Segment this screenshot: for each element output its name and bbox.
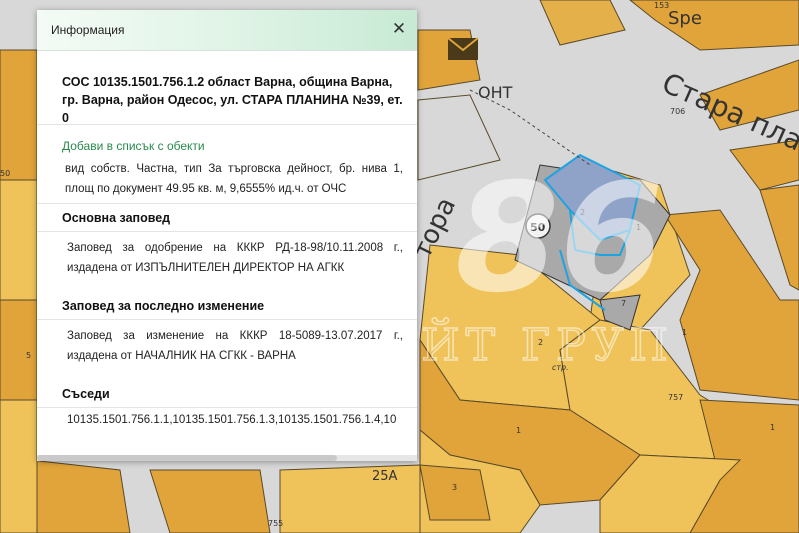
parcel xyxy=(149,469,271,533)
main-order-text: Заповед за одобрение на КККР РД-18-98/10… xyxy=(67,242,403,274)
panel-header: Информация ✕ xyxy=(37,10,417,51)
label-706: 706 xyxy=(670,107,685,116)
parcel xyxy=(0,49,38,181)
panel-title: Информация xyxy=(51,23,125,37)
parcel xyxy=(279,464,421,533)
main-order-title: Основна заповед xyxy=(37,204,417,232)
shop-prefix: Spe xyxy=(668,8,702,29)
parcel xyxy=(0,299,38,401)
label-50: 50 xyxy=(0,169,10,178)
scrollbar-thumb[interactable] xyxy=(37,455,337,461)
label-755: 755 xyxy=(268,519,283,528)
label-3: 3 xyxy=(452,483,457,492)
last-change-title: Заповед за последно изменение xyxy=(37,292,417,320)
panel-body: СОС 10135.1501.756.1.2 област Варна, общ… xyxy=(37,51,417,426)
neighbors-text: 10135.1501.756.1.1,10135.1501.756.1.3,10… xyxy=(67,414,397,426)
watermark-logo: 86 xyxy=(455,152,664,326)
label-1d: 1 xyxy=(770,423,775,432)
parcel xyxy=(0,179,38,301)
horizontal-scrollbar[interactable] xyxy=(37,455,417,461)
shop-label: ОНТ xyxy=(478,83,513,102)
object-heading: СОС 10135.1501.756.1.2 област Варна, общ… xyxy=(37,51,417,125)
info-panel: Информация ✕ СОС 10135.1501.756.1.2 обла… xyxy=(37,10,417,461)
label-757: 757 xyxy=(668,393,683,402)
parcel xyxy=(29,459,131,533)
neighbors-title: Съседи xyxy=(37,380,417,408)
label-153: 153 xyxy=(654,1,669,10)
parcel xyxy=(0,399,38,533)
mail-icon xyxy=(447,37,479,60)
label-25a: 25А xyxy=(372,469,398,484)
label-5: 5 xyxy=(26,351,31,360)
add-to-list-link[interactable]: Добави в списък с обекти xyxy=(37,125,417,153)
label-1c: 1 xyxy=(516,426,521,435)
label-1b: 1 xyxy=(682,328,687,337)
last-change-text: Заповед за изменение на КККР 18-5089-13.… xyxy=(67,330,403,362)
close-button[interactable]: ✕ xyxy=(389,19,409,39)
object-description: вид собств. Частна, тип За търговска дей… xyxy=(37,153,417,204)
parcel xyxy=(419,464,491,521)
